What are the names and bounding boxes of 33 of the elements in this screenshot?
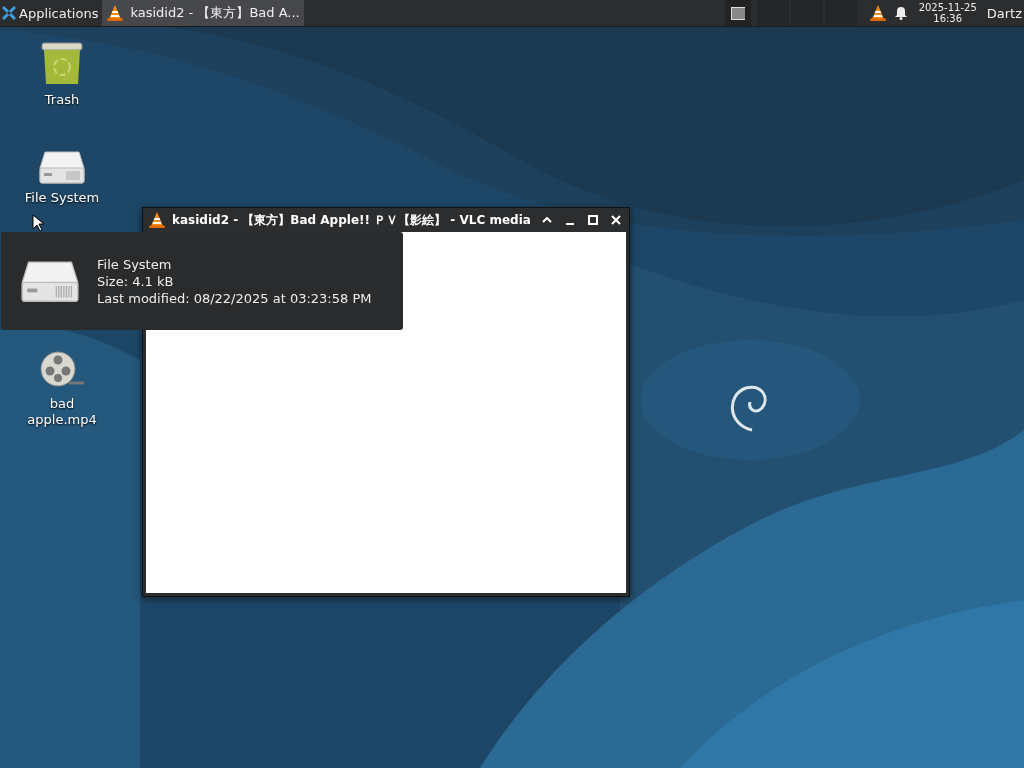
- user-name[interactable]: Dartz: [986, 5, 1024, 21]
- task-button[interactable]: kasidid2 - 【東方】Bad A...: [102, 0, 304, 26]
- workspace-cell[interactable]: [790, 0, 823, 26]
- desktop-icon-label[interactable]: bad apple.mp4: [22, 396, 102, 428]
- drive-icon: [39, 150, 85, 184]
- vlc-cone-icon: [106, 4, 125, 22]
- close-icon: [610, 215, 621, 225]
- maximize-icon: [587, 215, 598, 225]
- desktop-icon-label[interactable]: File System: [22, 190, 102, 206]
- tooltip-line: File System: [97, 255, 173, 273]
- drive-icon: [21, 259, 79, 303]
- show-desktop-button[interactable]: [724, 0, 751, 26]
- caret-icon: [541, 217, 552, 223]
- workspace-cell[interactable]: [824, 0, 857, 26]
- clock-date: 2025-11-25: [918, 2, 977, 13]
- desktop-icon-label[interactable]: Trash: [22, 92, 102, 108]
- bell-icon[interactable]: [894, 6, 907, 20]
- applications-menu[interactable]: Applications: [0, 0, 101, 26]
- workspace-cell[interactable]: [756, 0, 789, 26]
- vlc-cone-icon: [148, 211, 166, 229]
- window-title: kasidid2 - 【東方】Bad Apple!! ＰＶ【影絵】 - VLC media: [172, 211, 532, 229]
- maximize-button[interactable]: [585, 212, 600, 228]
- app-menu-icon: [2, 6, 16, 20]
- mouse-pointer: [32, 214, 44, 232]
- trash-icon: [39, 40, 85, 86]
- clock-time: 16:36: [933, 13, 963, 24]
- vlc-cone-icon: [868, 4, 887, 22]
- film-reel-icon: [39, 350, 85, 390]
- tooltip-line: Last modified: 08/22/2025 at 03:23:58 PM: [97, 289, 372, 307]
- minimize-icon: [564, 223, 575, 225]
- swirl-logo: [731, 385, 767, 432]
- desktop-icon: [730, 6, 745, 20]
- tooltip-line: Size: 4.1 kB: [97, 272, 175, 290]
